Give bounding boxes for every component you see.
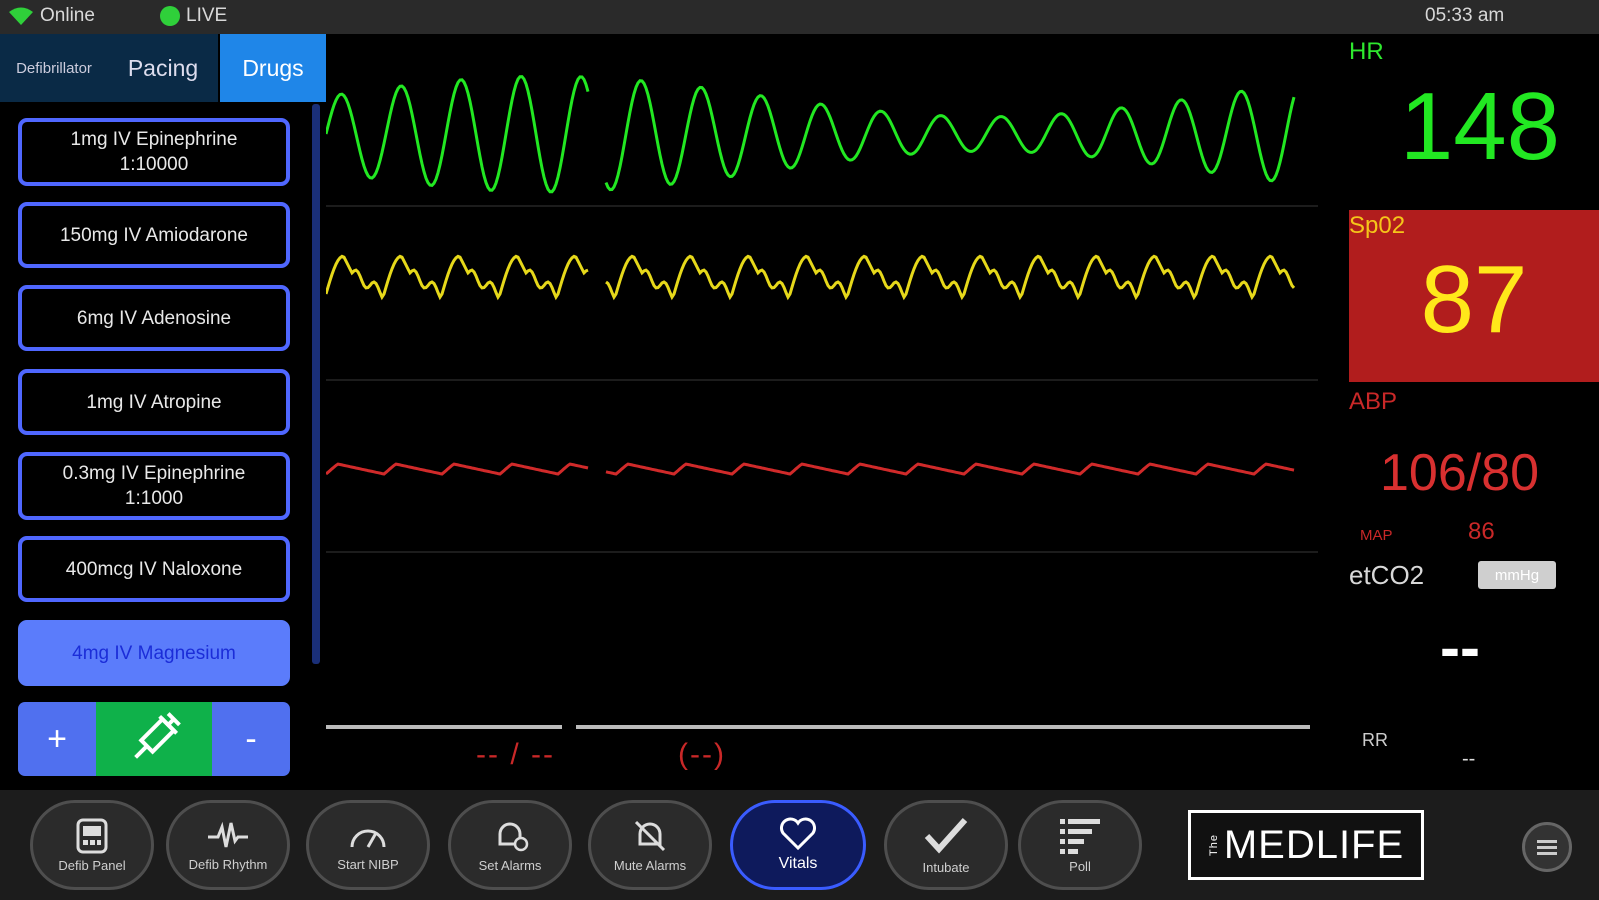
waveform-area <box>326 75 1318 729</box>
decrease-dose-button[interactable]: - <box>212 702 290 776</box>
defib-rhythm-label: Defib Rhythm <box>188 856 268 872</box>
tab-pacing[interactable]: Pacing <box>108 34 218 102</box>
drug-button-amiodarone[interactable]: 150mg IV Amiodarone <box>18 202 290 268</box>
menu-button[interactable] <box>1522 822 1572 872</box>
connection-status: Online <box>8 5 95 27</box>
rr-label: RR <box>1362 730 1388 750</box>
etco2-label: etCO2 <box>1349 560 1425 590</box>
gauge-icon <box>350 829 386 848</box>
wifi-icon <box>9 7 33 25</box>
live-dot-icon <box>160 6 180 26</box>
spo2-value: 87 <box>1420 246 1528 353</box>
set-alarms-button[interactable]: Set Alarms <box>448 800 572 890</box>
syringe-icon <box>134 712 181 759</box>
heart-icon <box>780 817 816 851</box>
abp-value: 106/80 <box>1380 444 1540 502</box>
start-nibp-label: Start NIBP <box>337 856 399 872</box>
abp-label: ABP <box>1349 388 1398 415</box>
live-label: LIVE <box>186 5 228 26</box>
alarm-settings-icon <box>498 822 529 851</box>
rhythm-icon <box>208 821 248 847</box>
mute-alarms-button[interactable]: Mute Alarms <box>588 800 712 890</box>
connection-label: Online <box>40 5 95 26</box>
tab-drugs[interactable]: Drugs <box>220 34 326 102</box>
drug-list-scrollbar[interactable] <box>312 104 320 664</box>
defib-panel-icon <box>76 818 108 853</box>
hr-value: 148 <box>1399 73 1560 180</box>
menu-icon <box>1537 840 1557 855</box>
drug-button-naloxone[interactable]: 400mcg IV Naloxone <box>18 536 290 602</box>
status-bar <box>0 0 1599 34</box>
hr-label: HR <box>1349 38 1384 65</box>
drug-button-epinephrine-1000[interactable]: 0.3mg IV Epinephrine 1:1000 <box>18 452 290 520</box>
vitals-label: Vitals <box>778 855 818 872</box>
mute-bell-icon <box>634 820 666 851</box>
medlife-logo: The MEDLIFE <box>1188 810 1424 880</box>
intubate-label: Intubate <box>922 859 970 875</box>
intubate-button[interactable]: Intubate <box>884 800 1008 890</box>
defib-panel-label: Defib Panel <box>58 857 126 873</box>
drug-button-epinephrine-10000[interactable]: 1mg IV Epinephrine 1:10000 <box>18 118 290 186</box>
poll-icon <box>1060 818 1100 854</box>
spo2-label: Sp02 <box>1349 212 1406 239</box>
administer-drug-button[interactable] <box>96 702 212 776</box>
rr-value: -- <box>1462 748 1476 770</box>
spo2-waveform <box>326 254 1296 301</box>
abp-waveform <box>326 462 1295 476</box>
poll-button[interactable]: Poll <box>1018 800 1142 890</box>
drug-button-magnesium[interactable]: 4mg IV Magnesium <box>18 620 290 686</box>
start-nibp-button[interactable]: Start NIBP <box>306 800 430 890</box>
mute-alarms-label: Mute Alarms <box>613 857 687 873</box>
hr-waveform <box>326 75 1296 194</box>
poll-label: Poll <box>1069 858 1091 874</box>
nibp-readout: -- / -- <box>476 738 555 771</box>
logo-prefix: The <box>1207 834 1220 856</box>
clock: 05:33 am <box>1425 5 1505 26</box>
logo-name: MEDLIFE <box>1223 822 1405 867</box>
vitals-button[interactable]: Vitals <box>730 800 866 890</box>
etco2-unit-toggle[interactable]: mmHg <box>1478 561 1556 589</box>
drug-button-adenosine[interactable]: 6mg IV Adenosine <box>18 285 290 351</box>
nibp-map: (--) <box>678 738 726 771</box>
dose-control: + - <box>18 702 290 776</box>
defib-panel-button[interactable]: Defib Panel <box>30 800 154 890</box>
set-alarms-label: Set Alarms <box>478 857 542 873</box>
map-label: MAP <box>1360 527 1393 544</box>
increase-dose-button[interactable]: + <box>18 702 96 776</box>
defib-rhythm-button[interactable]: Defib Rhythm <box>166 800 290 890</box>
map-value: 86 <box>1468 518 1495 545</box>
drug-button-atropine[interactable]: 1mg IV Atropine <box>18 369 290 435</box>
live-status: LIVE <box>160 5 227 27</box>
etco2-value: -- <box>1440 614 1480 681</box>
tab-defibrillator[interactable]: Defibrillator <box>0 34 108 102</box>
check-icon <box>924 817 968 853</box>
